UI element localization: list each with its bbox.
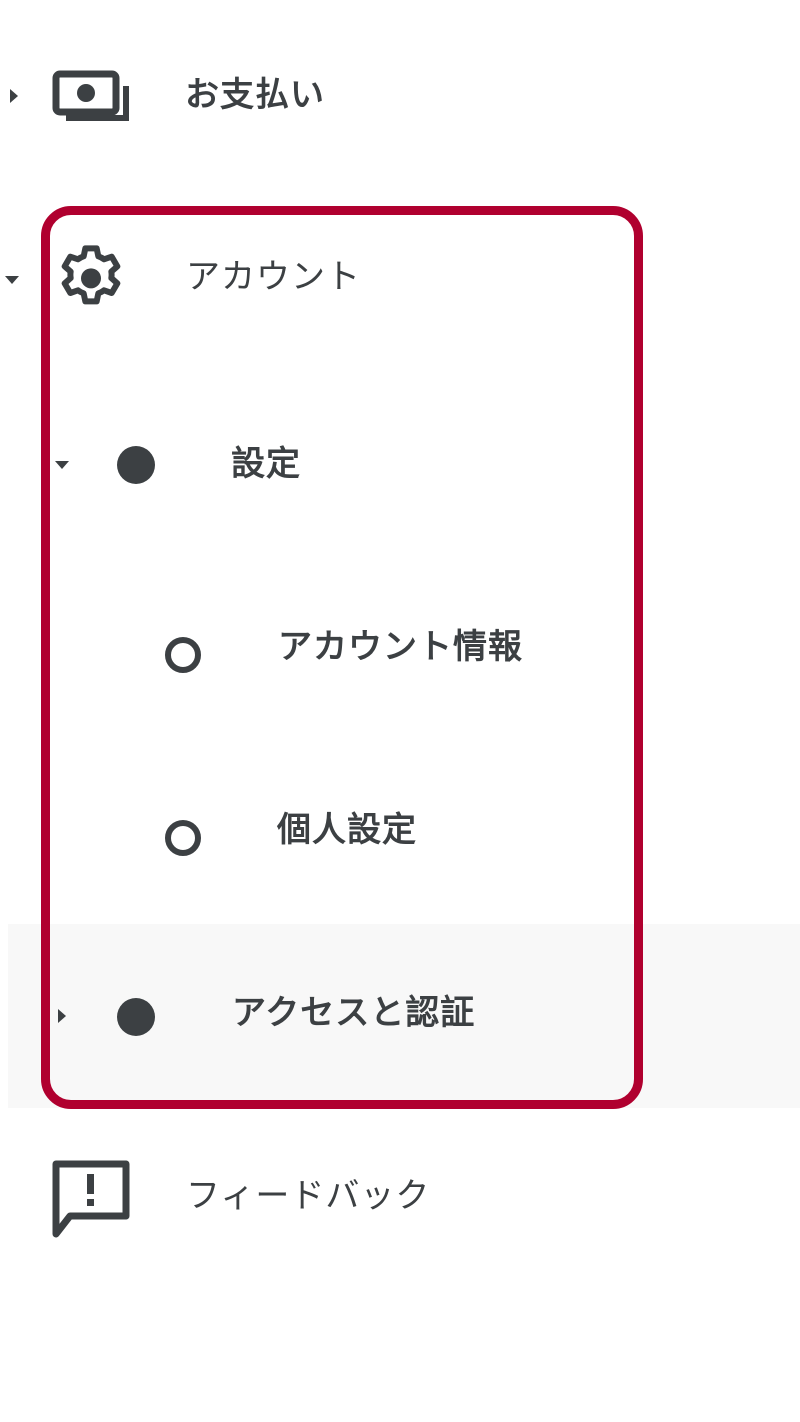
- nav-item-label: 設定: [231, 444, 301, 484]
- hollow-bullet-icon: [165, 637, 201, 673]
- navigation-menu: お支払い アカウント 設定 アカウント情報 個人設定 アクセスと認証 フィードバ…: [0, 0, 800, 1422]
- payments-icon: [52, 70, 129, 121]
- nav-item-label: アカウント: [186, 257, 361, 297]
- collapse-caret-icon[interactable]: [5, 276, 19, 284]
- gear-icon: [61, 245, 121, 305]
- nav-item-label: アクセスと認証: [232, 993, 476, 1033]
- nav-item-access-auth[interactable]: アクセスと認証: [0, 976, 800, 1056]
- nav-item-account-info[interactable]: アカウント情報: [0, 610, 800, 690]
- nav-item-payments[interactable]: お支払い: [0, 60, 800, 140]
- nav-item-settings[interactable]: 設定: [0, 425, 800, 505]
- expand-caret-icon[interactable]: [10, 89, 18, 103]
- feedback-icon: [52, 1160, 130, 1238]
- nav-item-label: アカウント情報: [278, 627, 523, 667]
- expand-caret-icon[interactable]: [58, 1009, 66, 1023]
- nav-item-label: フィードバック: [186, 1176, 431, 1216]
- filled-bullet-icon: [117, 998, 155, 1036]
- nav-item-personal-settings[interactable]: 個人設定: [0, 793, 800, 873]
- hollow-bullet-icon: [165, 820, 201, 856]
- nav-item-label: 個人設定: [277, 810, 417, 850]
- collapse-caret-icon[interactable]: [55, 461, 69, 469]
- nav-item-feedback[interactable]: フィードバック: [0, 1158, 800, 1243]
- filled-bullet-icon: [117, 446, 155, 484]
- nav-item-label: お支払い: [185, 75, 325, 115]
- nav-item-account[interactable]: アカウント: [0, 240, 800, 320]
